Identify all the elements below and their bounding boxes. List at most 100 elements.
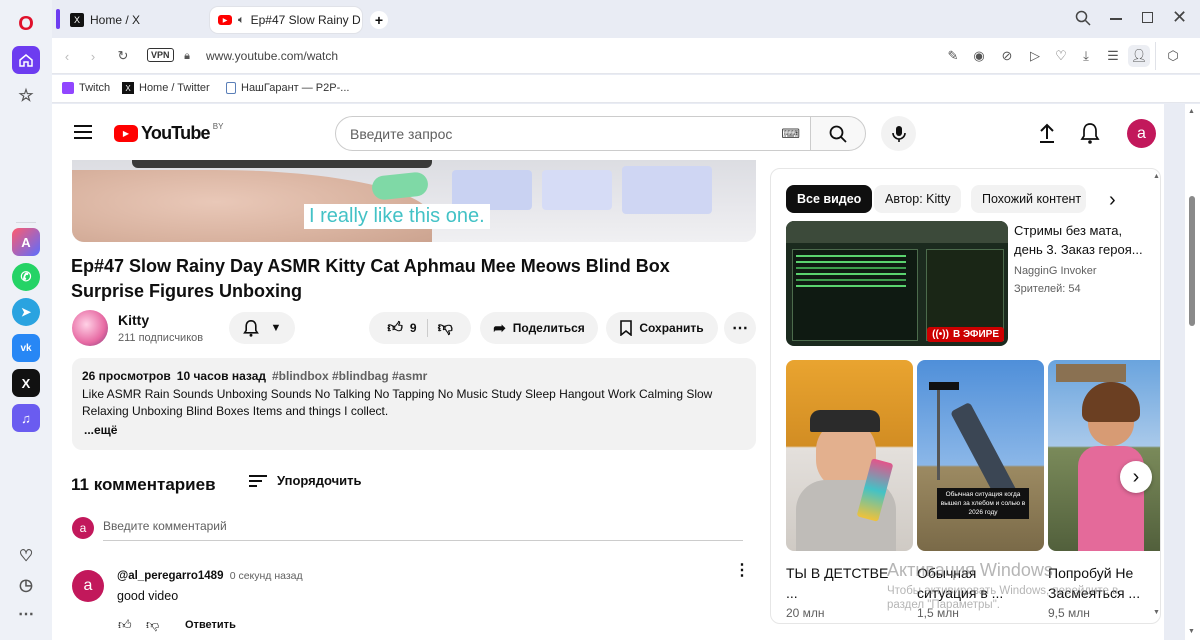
reply-button[interactable]: Ответить <box>185 619 236 631</box>
telegram-icon[interactable]: ➤ <box>12 298 40 326</box>
comment-author[interactable]: @al_peregarro1489 <box>117 570 223 582</box>
notifications-bell-icon[interactable] <box>1080 122 1100 149</box>
home-icon[interactable] <box>12 46 40 74</box>
show-more-link[interactable]: ...ещё <box>84 422 117 439</box>
chip-label: Автор: Kitty <box>885 192 951 206</box>
tab-home-x[interactable]: X Home / X <box>62 7 208 33</box>
short-thumbnail[interactable] <box>1048 360 1160 551</box>
search-icon <box>829 125 847 143</box>
upload-icon[interactable] <box>1038 123 1056 148</box>
new-tab-button[interactable]: + <box>370 11 388 29</box>
twitch-icon <box>62 82 74 94</box>
address-field[interactable]: www.youtube.com/watch <box>206 49 338 63</box>
keyboard-icon[interactable]: ⌨ <box>781 126 800 142</box>
more-actions-button[interactable]: ⋯ <box>724 312 756 344</box>
watermark-line: Чтобы активировать Windows, перейдите в <box>887 585 1119 597</box>
reload-icon[interactable]: ↻ <box>114 47 132 65</box>
like-count: 9 <box>409 321 417 335</box>
chip-author[interactable]: Автор: Kitty <box>874 185 962 213</box>
thumbs-up-icon: 👍︎ <box>387 319 403 336</box>
youtube-favicon-icon: ▶ <box>218 15 232 25</box>
comment-time[interactable]: 0 секунд назад <box>230 570 303 582</box>
easy-setup-icon[interactable]: ☰ <box>1104 47 1122 65</box>
comment-avatar[interactable]: a <box>72 570 104 602</box>
cube-icon[interactable]: ⬡ <box>1164 47 1182 65</box>
tab-strip: X Home / X ▶ 🔈︎ Ep#47 Slow Rainy Day + ✕ <box>52 0 1200 38</box>
watermark-title: Активация Windows <box>887 560 1053 580</box>
upload-age: 10 часов назад <box>176 369 266 383</box>
search-input[interactable]: Введите запрос <box>350 126 452 142</box>
recommended-thumbnail[interactable]: ((•)) В ЭФИРЕ <box>786 221 1008 346</box>
channel-avatar[interactable] <box>72 310 108 346</box>
subscribe-bell-button[interactable]: ▼ <box>229 312 295 344</box>
description-box[interactable]: 26 просмотров 10 часов назад #blindbox #… <box>72 358 756 450</box>
back-icon[interactable]: ‹ <box>58 47 76 65</box>
tab-youtube[interactable]: ▶ 🔈︎ Ep#47 Slow Rainy Day <box>210 7 362 33</box>
comment-menu-icon[interactable]: ⋮ <box>734 563 750 579</box>
comment-dislike-icon[interactable]: 👎︎ <box>146 617 159 633</box>
recommended-channel[interactable]: NagginG Invoker <box>1014 265 1097 277</box>
short-title[interactable]: ТЫ В ДЕТСТВЕ ... <box>786 563 901 603</box>
adblock-icon[interactable]: ⊘ <box>998 47 1016 65</box>
lock-icon[interactable]: 🔒︎ <box>178 47 196 65</box>
dislike-button[interactable]: 👎︎ <box>428 319 453 337</box>
forward-icon[interactable]: › <box>84 47 102 65</box>
close-window-button[interactable]: ✕ <box>1172 7 1187 28</box>
youtube-header: ▶ YouTube BY Введите запрос ⌨ a <box>52 104 1164 160</box>
recommended-title[interactable]: Стримы без мата, день 3. Заказ героя... <box>1014 221 1154 259</box>
document-icon <box>226 82 236 94</box>
search-button[interactable] <box>810 116 866 151</box>
channel-name[interactable]: Kitty <box>118 312 149 328</box>
windows-activation-watermark: Активация Windows Чтобы активировать Win… <box>887 560 1118 611</box>
bookmark-twitch[interactable]: Twitch <box>62 82 110 94</box>
mic-button[interactable] <box>881 116 916 151</box>
bookmark-twitter[interactable]: X Home / Twitter <box>122 82 210 94</box>
music-player-icon[interactable]: ♫ <box>12 404 40 432</box>
comment-input[interactable]: Введите комментарий <box>103 517 743 541</box>
short-thumbnail[interactable]: Обычная ситуация когда вышел за хлебом и… <box>917 360 1044 551</box>
heart-outline-icon[interactable]: ♡ <box>1052 47 1070 65</box>
search-box[interactable]: Введите запрос ⌨ <box>335 116 811 151</box>
menu-icon[interactable] <box>74 125 92 139</box>
sort-comments-button[interactable]: Упорядочить <box>249 473 362 488</box>
chips-next-icon[interactable]: › <box>1109 189 1116 212</box>
comment-item: a @al_peregarro1489 0 секунд назад good … <box>72 563 756 640</box>
speaker-icon[interactable]: 🔈︎ <box>238 14 245 27</box>
whatsapp-icon[interactable]: ✆ <box>12 263 40 291</box>
x-icon[interactable]: X <box>12 369 40 397</box>
profile-icon[interactable]: 👤︎ <box>1128 45 1150 67</box>
chip-label: Все видео <box>797 192 862 206</box>
maximize-button[interactable] <box>1142 12 1153 23</box>
heart-icon[interactable]: ♡ <box>12 542 40 570</box>
play-icon[interactable]: ▷ <box>1026 47 1044 65</box>
download-icon[interactable]: ⤓ <box>1077 47 1095 65</box>
panel-scrollbar[interactable]: ▲ ▼ <box>1151 169 1160 623</box>
account-avatar[interactable]: a <box>1127 119 1156 148</box>
vpn-badge[interactable]: VPN <box>147 48 174 62</box>
more-icon[interactable]: ⋯ <box>12 600 40 628</box>
chevron-down-icon: ▼ <box>270 322 282 334</box>
short-thumbnail[interactable] <box>786 360 913 551</box>
shorts-next-button[interactable]: › <box>1120 461 1152 493</box>
save-button[interactable]: Сохранить <box>606 312 718 344</box>
bookmark-nashgarant[interactable]: НашГарант — P2P-... <box>226 82 349 94</box>
opera-logo-icon[interactable]: O <box>12 10 40 38</box>
chip-all[interactable]: Все видео <box>786 185 873 213</box>
chip-related[interactable]: Похожий контент <box>971 185 1086 213</box>
video-player[interactable]: I really like this one. <box>72 160 756 242</box>
share-button[interactable]: ➦ Поделиться <box>480 312 598 344</box>
star-icon[interactable]: ☆ <box>12 82 40 110</box>
vk-icon[interactable]: vk <box>12 334 40 362</box>
page-scrollbar[interactable]: ▲ ▼ <box>1185 104 1200 640</box>
youtube-logo[interactable]: ▶ YouTube BY <box>114 122 223 144</box>
history-icon[interactable]: ◷ <box>12 571 40 599</box>
search-tabs-icon[interactable] <box>1075 10 1091 30</box>
comment-like-icon[interactable]: 👍︎ <box>118 617 132 633</box>
hashtags[interactable]: #blindbox #blindbag #asmr <box>272 368 427 385</box>
camera-icon[interactable]: ◉ <box>970 47 988 65</box>
minimize-button[interactable] <box>1110 18 1122 20</box>
edit-icon[interactable]: ✎ <box>944 47 962 65</box>
bookmark-label: НашГарант — P2P-... <box>241 82 350 94</box>
like-button[interactable]: 👍︎ 9 <box>387 319 428 337</box>
aria-icon[interactable]: A <box>12 228 40 256</box>
